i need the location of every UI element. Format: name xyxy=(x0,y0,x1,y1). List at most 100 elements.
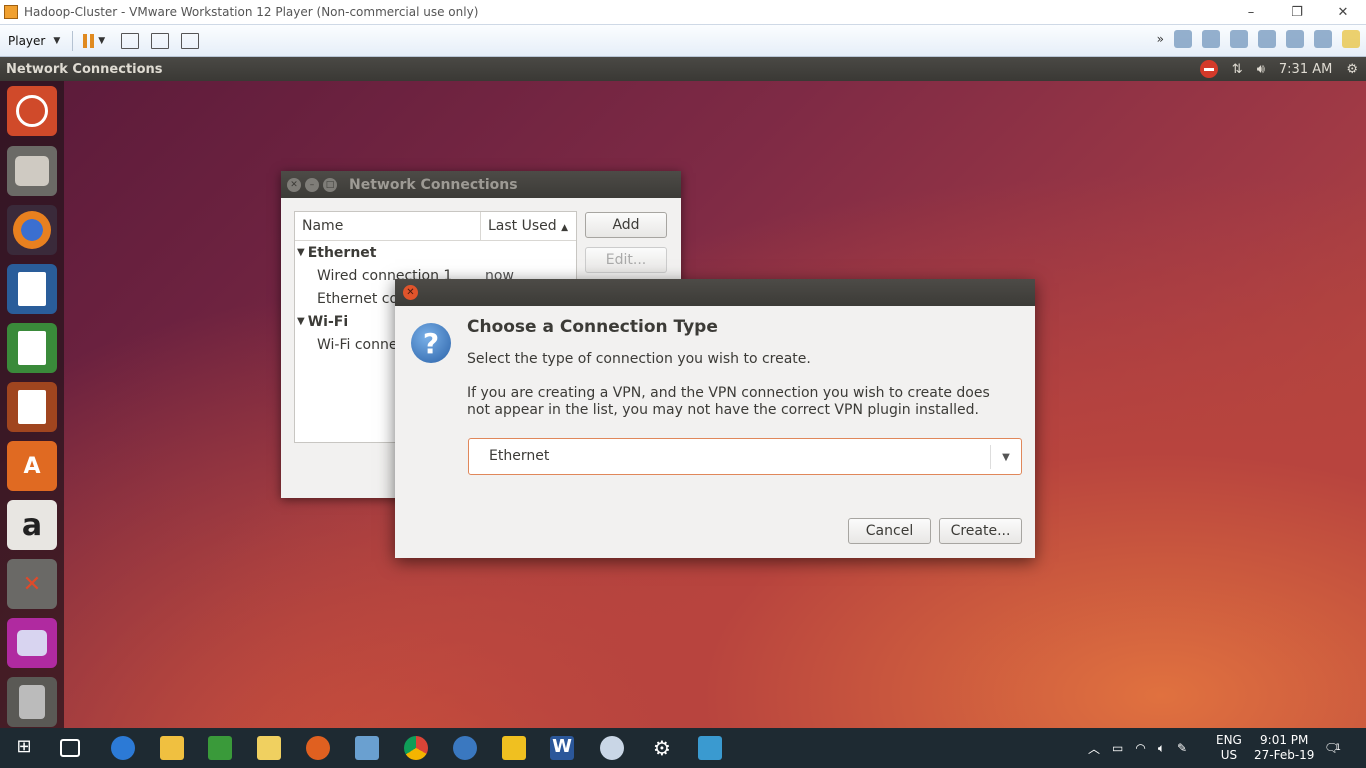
sound-card-icon[interactable] xyxy=(1286,30,1304,48)
dialog-heading: Choose a Connection Type xyxy=(467,317,718,337)
taskbar-clock[interactable]: 9:01 PM 27-Feb-19 xyxy=(1254,728,1314,768)
list-header: Name Last Used ▲ xyxy=(295,212,576,241)
firefox-icon[interactable] xyxy=(7,205,57,255)
connection-type-dialog: ✕ ? Choose a Connection Type Select the … xyxy=(395,279,1035,558)
taskbar-blue-app-icon[interactable] xyxy=(453,736,477,760)
windows-start-icon[interactable]: ⊞ xyxy=(12,736,36,760)
volume-icon[interactable]: 🔊︎ xyxy=(1257,62,1265,77)
taskbar-notes-icon[interactable] xyxy=(355,736,379,760)
speaker-icon[interactable]: 🔈︎ xyxy=(1158,741,1165,756)
window-titlebar: ✕ – □ Network Connections xyxy=(281,171,681,198)
expander-icon: ▼ xyxy=(297,247,305,258)
column-last-used[interactable]: Last Used ▲ xyxy=(481,212,575,240)
language-label: ENG xyxy=(1216,733,1242,747)
amazon-icon[interactable]: a xyxy=(7,500,57,550)
pause-dropdown-icon[interactable]: ▼ xyxy=(98,36,105,46)
pen-icon[interactable]: ✎ xyxy=(1177,741,1187,755)
firefox-taskbar-icon[interactable] xyxy=(306,736,330,760)
battery-icon[interactable]: ▭ xyxy=(1112,741,1123,755)
region-label: US xyxy=(1220,748,1238,762)
taskbar-date: 27-Feb-19 xyxy=(1254,748,1315,762)
wifi-icon[interactable]: ◠ xyxy=(1135,741,1145,755)
fit-guest-icon[interactable] xyxy=(151,32,170,49)
toolbar-separator xyxy=(72,30,74,51)
expander-icon: ▼ xyxy=(297,316,305,327)
network-transfer-icon[interactable]: ⇅ xyxy=(1232,62,1243,77)
webcam-icon[interactable] xyxy=(1314,30,1332,48)
add-button[interactable]: Add xyxy=(585,212,667,238)
panel-clock[interactable]: 7:31 AM xyxy=(1279,62,1332,77)
chevron-down-icon[interactable]: ▼ xyxy=(990,445,1021,469)
sort-ascending-icon: ▲ xyxy=(561,223,569,233)
taskbar-app-icon[interactable] xyxy=(208,736,232,760)
column-name[interactable]: Name xyxy=(295,212,481,240)
connection-name: Ethernet co xyxy=(317,290,399,307)
chevron-up-icon[interactable]: ︿ xyxy=(1088,740,1100,757)
network-disconnected-icon[interactable] xyxy=(1199,60,1218,78)
window-close-icon[interactable]: ✕ xyxy=(287,177,301,192)
column-last-used-label: Last Used xyxy=(488,218,557,234)
language-indicator[interactable]: ENG US xyxy=(1216,728,1242,768)
cancel-button[interactable]: Cancel xyxy=(848,518,931,544)
window-minimize-icon[interactable]: – xyxy=(305,177,319,192)
impress-icon[interactable] xyxy=(7,382,57,432)
dialog-close-icon[interactable]: ✕ xyxy=(403,285,418,300)
taskbar-window-icon[interactable] xyxy=(698,736,722,760)
network-adapter-icon[interactable] xyxy=(1230,30,1248,48)
vmware-toolbar: Player ▼ ▼ » xyxy=(0,24,1366,57)
vmware-title-bar: Hadoop-Cluster - VMware Workstation 12 P… xyxy=(0,0,1366,24)
message-log-icon[interactable] xyxy=(1342,30,1360,48)
pause-icon[interactable] xyxy=(83,33,95,48)
gear-icon[interactable]: ⚙ xyxy=(1346,62,1358,77)
hard-disk-icon[interactable] xyxy=(1174,30,1192,48)
system-settings-icon[interactable]: ✕ xyxy=(7,559,57,609)
send-ctrl-alt-del-icon[interactable] xyxy=(121,32,140,49)
minimize-button[interactable]: – xyxy=(1228,0,1274,24)
edit-button[interactable]: Edit... xyxy=(585,247,667,273)
ubuntu-dash-icon[interactable] xyxy=(7,86,57,136)
more-devices-icon[interactable]: » xyxy=(1157,32,1164,46)
files-icon[interactable] xyxy=(7,146,57,196)
chevron-down-icon: ▼ xyxy=(53,35,61,46)
notification-center[interactable]: 🗨︎ 1 xyxy=(1324,728,1341,768)
paint-icon[interactable] xyxy=(600,736,624,760)
writer-icon[interactable] xyxy=(7,264,57,314)
file-explorer-icon[interactable] xyxy=(160,736,184,760)
taskbar-time: 9:01 PM xyxy=(1260,733,1309,747)
group-label: Ethernet xyxy=(307,244,377,261)
window-maximize-icon[interactable]: □ xyxy=(323,177,337,192)
close-button[interactable]: ✕ xyxy=(1320,0,1366,24)
connection-name: Wi-Fi conne xyxy=(317,336,398,353)
restore-button[interactable]: ❐ xyxy=(1274,0,1320,24)
window-title: Hadoop-Cluster - VMware Workstation 12 P… xyxy=(24,5,479,19)
connection-type-select[interactable]: Ethernet ▼ xyxy=(468,438,1022,475)
dialog-titlebar: ✕ xyxy=(395,279,1035,306)
trash-icon[interactable] xyxy=(7,677,57,727)
selected-connection-type: Ethernet xyxy=(489,448,550,464)
create-button[interactable]: Create... xyxy=(939,518,1022,544)
panel-app-title: Network Connections xyxy=(6,61,163,77)
player-menu-label: Player xyxy=(8,33,46,48)
player-menu-button[interactable]: Player ▼ xyxy=(8,34,60,48)
ubuntu-top-panel: Network Connections ⇅ 🔊︎ 7:31 AM ⚙ xyxy=(0,57,1366,81)
chrome-icon[interactable] xyxy=(404,736,428,760)
dialog-vpn-note: If you are creating a VPN, and the VPN c… xyxy=(467,385,990,418)
group-label: Wi-Fi xyxy=(307,313,349,330)
vmware-app-icon xyxy=(4,5,18,19)
calc-icon[interactable] xyxy=(7,323,57,373)
device-icons: » xyxy=(1157,30,1360,48)
printer-icon[interactable] xyxy=(1258,30,1276,48)
network-connections-icon[interactable] xyxy=(7,618,57,668)
unity-mode-icon[interactable] xyxy=(181,32,200,49)
settings-gear-icon[interactable]: ⚙ xyxy=(650,736,674,760)
cd-drive-icon[interactable] xyxy=(1202,30,1220,48)
software-center-icon[interactable]: A xyxy=(7,441,57,491)
edge-icon[interactable] xyxy=(111,736,135,760)
window-title: Network Connections xyxy=(349,176,518,193)
vmware-taskbar-icon[interactable] xyxy=(502,736,526,760)
taskbar-files-icon[interactable] xyxy=(257,736,281,760)
task-view-icon[interactable] xyxy=(60,739,80,757)
word-icon[interactable]: W xyxy=(550,736,574,760)
group-ethernet[interactable]: ▼ Ethernet xyxy=(295,241,576,264)
dialog-description: Select the type of connection you wish t… xyxy=(467,351,811,367)
